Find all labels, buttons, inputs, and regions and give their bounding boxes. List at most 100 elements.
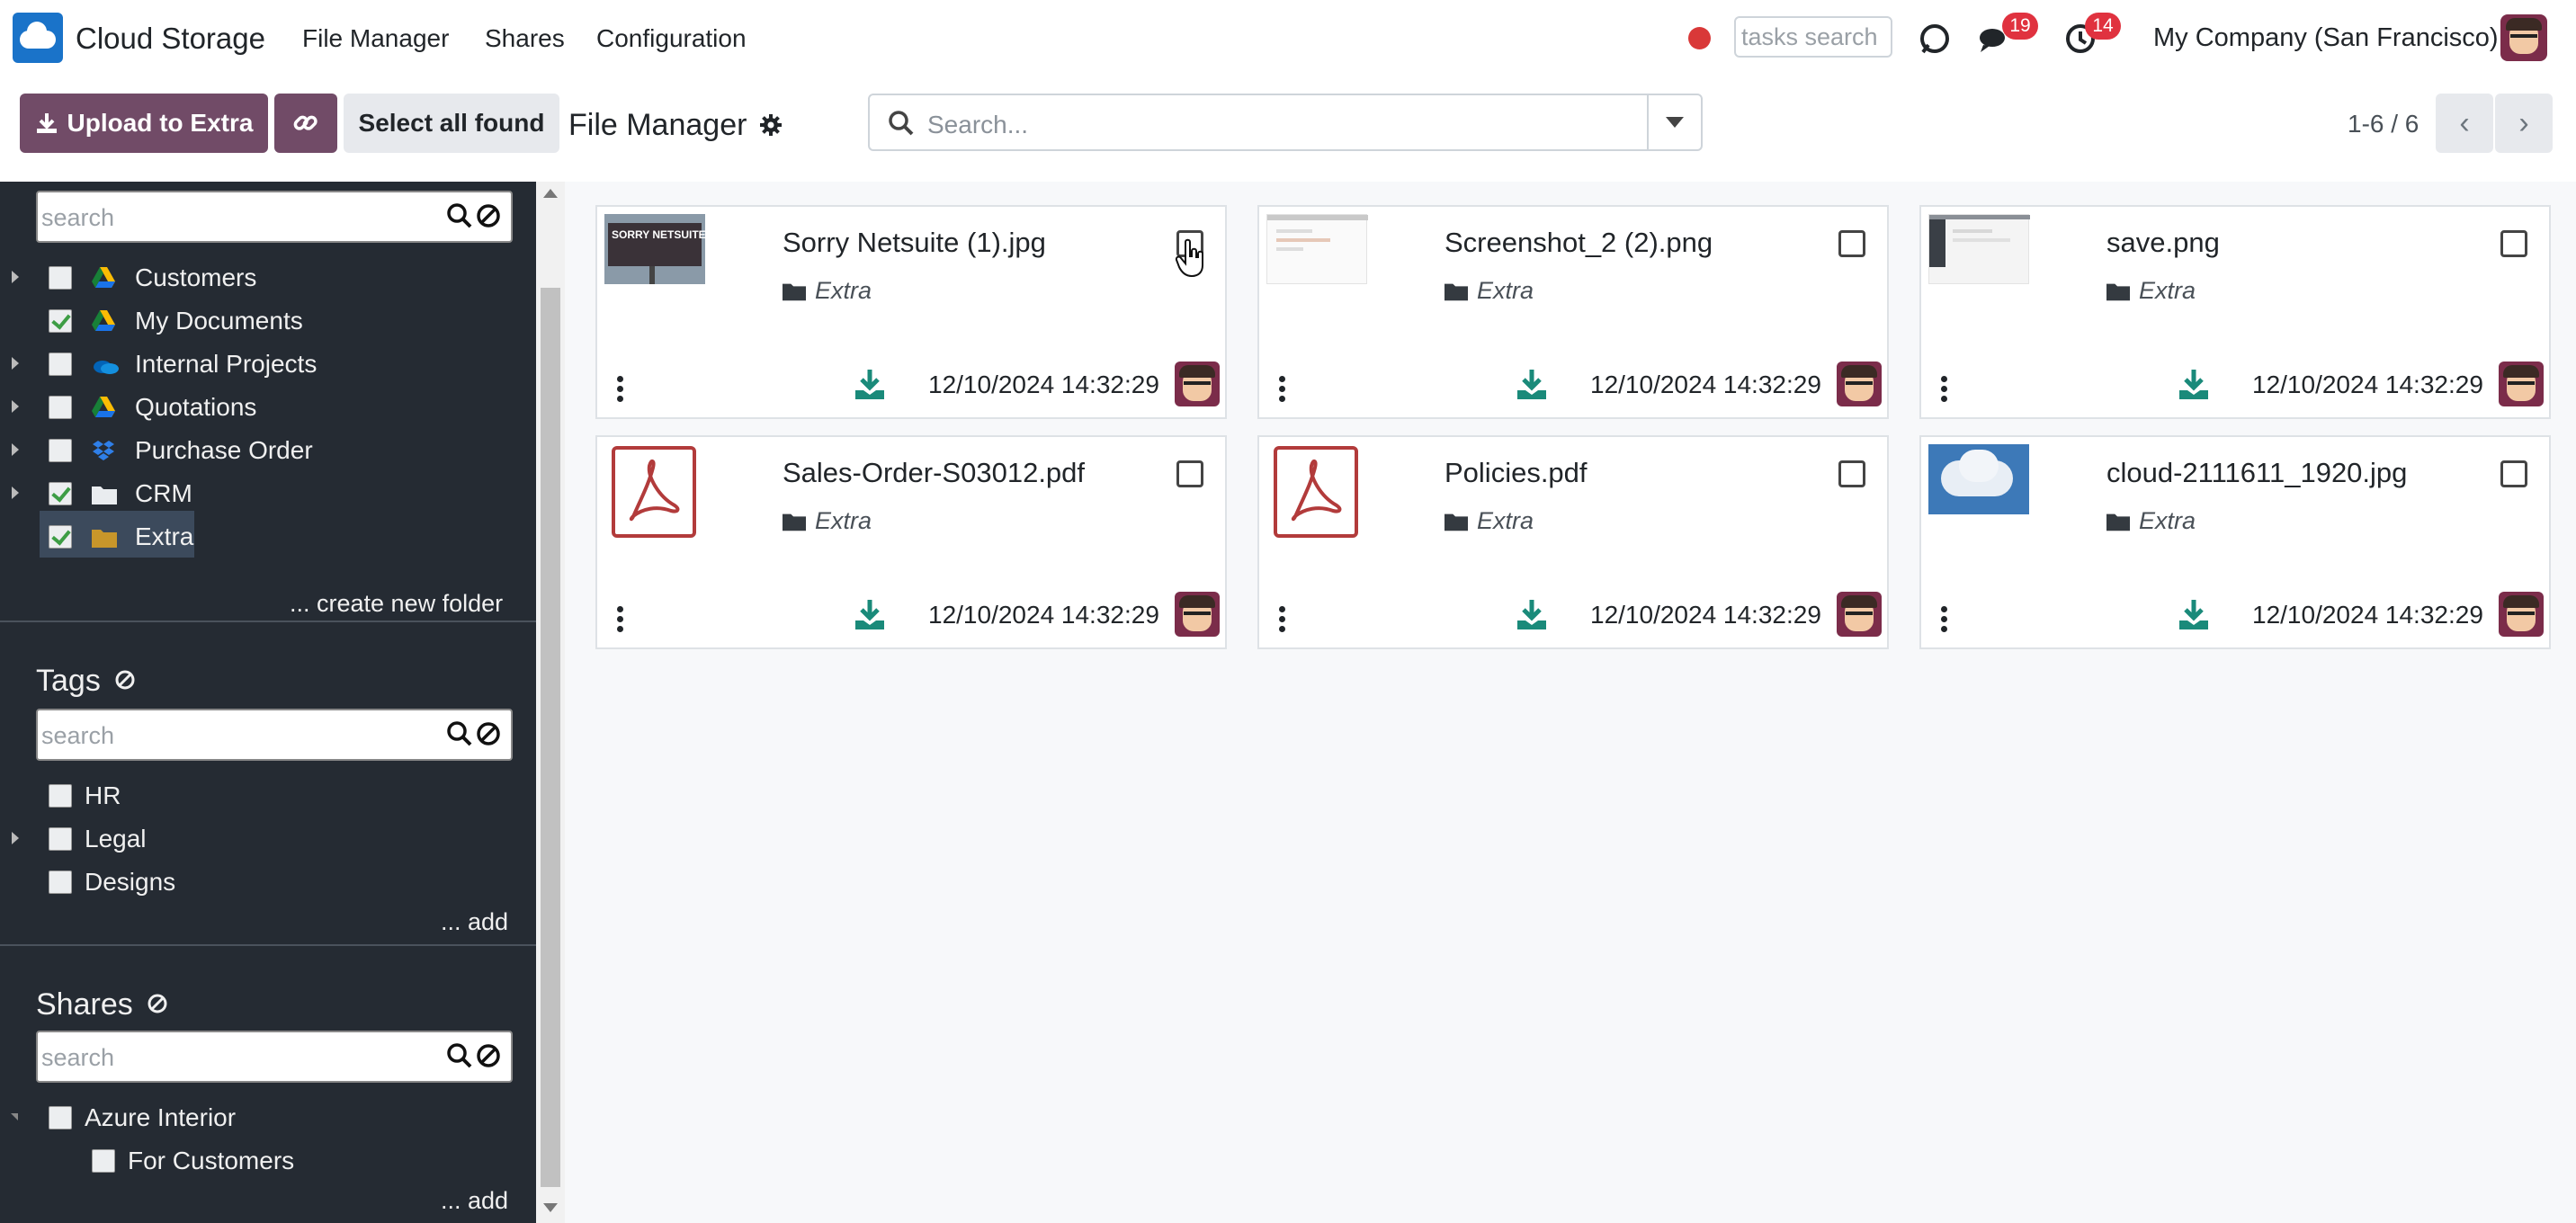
folder-item-crm[interactable]: CRM	[49, 473, 192, 514]
scroll-up-arrow-icon[interactable]	[543, 189, 558, 198]
tag-checkbox[interactable]	[49, 827, 72, 851]
file-thumbnail[interactable]	[1928, 214, 2030, 284]
folder-checkbox[interactable]	[49, 525, 72, 549]
file-thumbnail[interactable]	[1266, 214, 1368, 284]
file-name[interactable]: Sorry Netsuite (1).jpg	[783, 227, 1046, 259]
folder-item-customers[interactable]: Customers	[49, 257, 256, 299]
folder-checkbox[interactable]	[49, 266, 72, 290]
expand-caret-icon[interactable]	[12, 487, 19, 499]
download-icon[interactable]	[1515, 367, 1549, 406]
clear-ban-icon[interactable]	[475, 720, 502, 747]
download-icon[interactable]	[1515, 597, 1549, 636]
kebab-menu-icon[interactable]	[1279, 376, 1286, 403]
file-name[interactable]: cloud-2111611_1920.jpg	[2106, 457, 2407, 489]
file-name[interactable]: Sales-Order-S03012.pdf	[783, 457, 1085, 489]
menu-configuration[interactable]: Configuration	[596, 24, 747, 53]
file-select-checkbox[interactable]	[1838, 460, 1865, 487]
file-card[interactable]: cloud-2111611_1920.jpg Extra 12/10/2024 …	[1919, 435, 2551, 649]
file-name[interactable]: save.png	[2106, 227, 2220, 259]
folder-item-extra[interactable]: Extra	[49, 516, 193, 558]
scroll-down-arrow-icon[interactable]	[543, 1203, 558, 1212]
search-icon[interactable]	[446, 1042, 473, 1069]
gear-icon[interactable]	[759, 113, 783, 137]
file-name[interactable]: Policies.pdf	[1445, 457, 1588, 489]
ban-icon[interactable]	[147, 993, 168, 1014]
folder-checkbox[interactable]	[49, 396, 72, 419]
file-select-checkbox[interactable]	[2500, 460, 2527, 487]
download-icon[interactable]	[2177, 597, 2211, 636]
folder-checkbox[interactable]	[49, 353, 72, 376]
expand-caret-icon[interactable]	[12, 271, 19, 283]
folder-search-input[interactable]: search	[36, 191, 513, 243]
search-input[interactable]: Search...	[868, 94, 1703, 151]
tasks-search-input[interactable]: tasks search	[1734, 16, 1892, 58]
kebab-menu-icon[interactable]	[1941, 606, 1948, 633]
pager-next-button[interactable]: ›	[2495, 94, 2553, 153]
expand-caret-icon[interactable]	[12, 400, 19, 413]
folder-checkbox[interactable]	[49, 309, 72, 333]
share-checkbox[interactable]	[49, 1106, 72, 1129]
expand-caret-icon[interactable]	[12, 832, 19, 844]
company-switcher[interactable]: My Company (San Francisco)	[2153, 23, 2499, 53]
owner-avatar[interactable]	[1175, 592, 1220, 637]
file-thumbnail[interactable]: SORRY NETSUITE	[604, 214, 706, 284]
folder-item-purchase-order[interactable]: Purchase Order	[49, 430, 313, 471]
folder-checkbox[interactable]	[49, 439, 72, 462]
file-card[interactable]: Sales-Order-S03012.pdf Extra 12/10/2024 …	[595, 435, 1227, 649]
cloud-storage-logo-icon[interactable]	[13, 13, 63, 63]
owner-avatar[interactable]	[1175, 362, 1220, 406]
expand-caret-icon[interactable]	[12, 357, 19, 370]
owner-avatar[interactable]	[1837, 592, 1882, 637]
expand-caret-icon[interactable]	[12, 443, 19, 456]
upload-button[interactable]: Upload to Extra	[20, 94, 268, 153]
kebab-menu-icon[interactable]	[1941, 376, 1948, 403]
ban-icon[interactable]	[114, 669, 136, 691]
recording-indicator-icon[interactable]	[1688, 27, 1711, 49]
owner-avatar[interactable]	[1837, 362, 1882, 406]
kebab-menu-icon[interactable]	[617, 606, 624, 633]
share-item-for-customers[interactable]: For Customers	[92, 1140, 294, 1182]
link-button[interactable]	[274, 94, 337, 153]
discuss-icon[interactable]	[1916, 20, 1954, 58]
file-card[interactable]: Policies.pdf Extra 12/10/2024 14:32:29	[1257, 435, 1889, 649]
menu-shares[interactable]: Shares	[485, 24, 565, 53]
kebab-menu-icon[interactable]	[1279, 606, 1286, 633]
pager-previous-button[interactable]: ‹	[2436, 94, 2493, 153]
folder-checkbox[interactable]	[49, 482, 72, 505]
file-card[interactable]: save.png Extra 12/10/2024 14:32:29	[1919, 205, 2551, 419]
file-select-checkbox[interactable]	[1176, 460, 1203, 487]
search-options-toggle[interactable]	[1647, 95, 1701, 149]
file-thumbnail[interactable]	[1928, 444, 2029, 514]
kebab-menu-icon[interactable]	[617, 376, 624, 403]
collapse-caret-icon[interactable]	[11, 1113, 18, 1120]
file-card[interactable]: Screenshot_2 (2).png Extra 12/10/2024 14…	[1257, 205, 1889, 419]
tag-item-legal[interactable]: Legal	[49, 818, 147, 860]
folder-item-internal-projects[interactable]: Internal Projects	[49, 344, 317, 385]
app-title[interactable]: Cloud Storage	[76, 22, 265, 56]
share-item-azure-interior[interactable]: Azure Interior	[49, 1097, 236, 1138]
sidebar-scrollbar-thumb[interactable]	[541, 288, 560, 1187]
file-name[interactable]: Screenshot_2 (2).png	[1445, 227, 1713, 259]
tag-checkbox[interactable]	[49, 784, 72, 808]
file-select-checkbox[interactable]	[1838, 230, 1865, 257]
select-all-button[interactable]: Select all found	[344, 94, 559, 153]
download-icon[interactable]	[853, 367, 887, 406]
add-tag-link[interactable]: ... add	[441, 908, 508, 936]
file-select-checkbox[interactable]	[2500, 230, 2527, 257]
create-new-folder-link[interactable]: ... create new folder	[290, 590, 503, 618]
tag-item-designs[interactable]: Designs	[49, 861, 175, 903]
pdf-file-icon[interactable]	[1274, 446, 1358, 538]
search-icon[interactable]	[446, 720, 473, 747]
add-share-link[interactable]: ... add	[441, 1187, 508, 1215]
tags-search-input[interactable]: search	[36, 709, 513, 761]
shares-search-input[interactable]: search	[36, 1031, 513, 1083]
download-icon[interactable]	[2177, 367, 2211, 406]
owner-avatar[interactable]	[2499, 592, 2544, 637]
user-avatar[interactable]	[2500, 14, 2547, 61]
owner-avatar[interactable]	[2499, 362, 2544, 406]
clear-ban-icon[interactable]	[475, 202, 502, 229]
pdf-file-icon[interactable]	[612, 446, 696, 538]
search-icon[interactable]	[446, 202, 473, 229]
pager-value[interactable]: 1-6 / 6	[2348, 110, 2419, 138]
folder-item-quotations[interactable]: Quotations	[49, 387, 256, 428]
